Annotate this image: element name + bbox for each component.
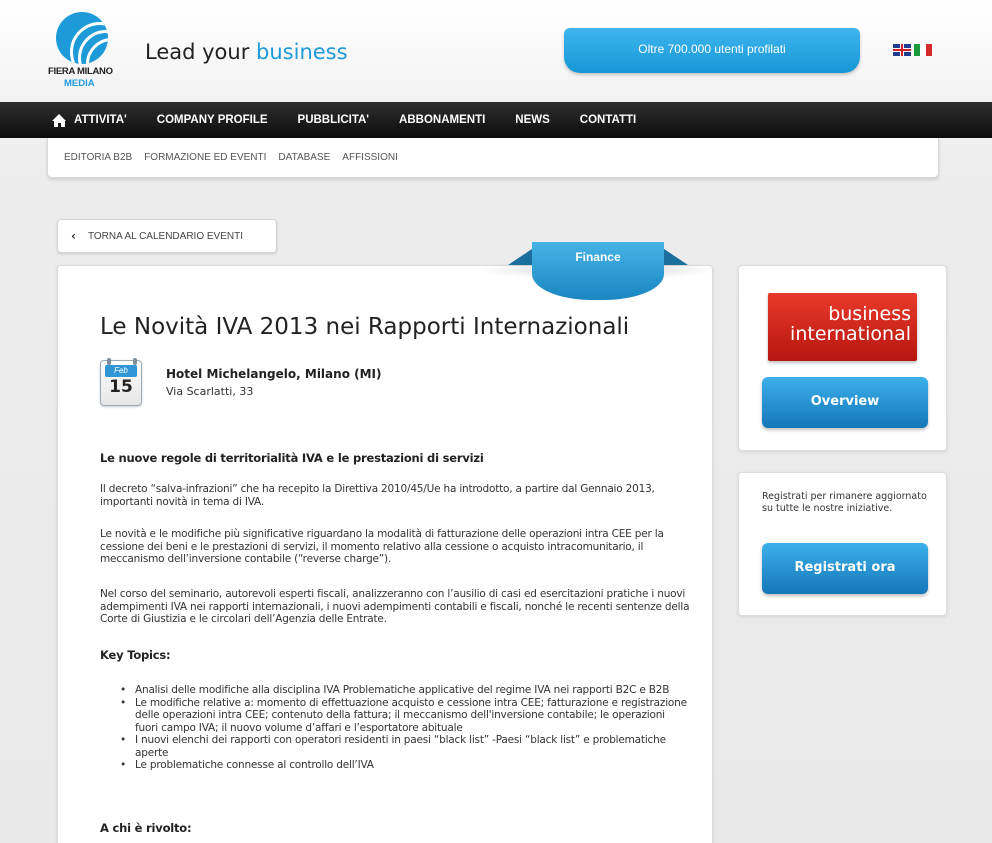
event-day: 15 bbox=[109, 377, 133, 397]
nav-item-pubblicita[interactable]: PUBBLICITA' bbox=[298, 114, 370, 126]
register-text: Registrati per rimanere aggiornato su tu… bbox=[762, 491, 927, 514]
main-nav: ATTIVITA' COMPANY PROFILE PUBBLICITA' AB… bbox=[0, 102, 992, 138]
list-item: Le modifiche relative a: momento di effe… bbox=[120, 697, 690, 735]
event-month: Feb bbox=[105, 365, 137, 377]
sub-nav: EDITORIA B2B FORMAZIONE ED EVENTI DATABA… bbox=[47, 138, 939, 178]
home-icon bbox=[52, 113, 67, 127]
fiera-milano-media-logo[interactable]: FIERA MILANO MEDIA bbox=[48, 12, 118, 92]
audience-heading: A chi è rivolto: bbox=[100, 821, 192, 835]
nav-item-news[interactable]: NEWS bbox=[515, 114, 550, 126]
subnav-item-formazione[interactable]: FORMAZIONE ED EVENTI bbox=[144, 152, 266, 163]
subnav-item-editoria[interactable]: EDITORIA B2B bbox=[64, 152, 132, 163]
key-topics-heading: Key Topics: bbox=[100, 648, 171, 662]
nav-item-attivita[interactable]: ATTIVITA' bbox=[52, 113, 127, 127]
key-topics-list: Analisi delle modifiche alla disciplina … bbox=[120, 684, 690, 772]
category-ribbon: Finance bbox=[478, 242, 718, 302]
chevron-left-icon: ‹ bbox=[71, 229, 76, 243]
subnav-item-affissioni[interactable]: AFFISSIONI bbox=[342, 152, 398, 163]
language-switcher bbox=[893, 44, 932, 58]
users-banner[interactable]: Oltre 700.000 utenti profilati bbox=[564, 28, 860, 73]
back-button-label: TORNA AL CALENDARIO EVENTI bbox=[87, 230, 243, 242]
italy-flag-icon[interactable] bbox=[914, 44, 932, 56]
paragraph-1: Il decreto “salva-infrazioni” che ha rec… bbox=[100, 483, 655, 508]
section-heading-territorialita: Le nuove regole di territorialità IVA e … bbox=[100, 451, 484, 465]
logo-text-line2: MEDIA bbox=[64, 78, 95, 89]
uk-flag-icon[interactable] bbox=[893, 44, 911, 56]
category-label: Finance bbox=[532, 242, 664, 300]
nav-item-contatti[interactable]: CONTATTI bbox=[580, 114, 636, 126]
list-item: I nuovi elenchi dei rapporti con operato… bbox=[120, 734, 690, 759]
calendar-icon: Feb 15 bbox=[100, 358, 142, 406]
nav-item-abbonamenti[interactable]: ABBONAMENTI bbox=[399, 114, 485, 126]
back-to-calendar-button[interactable]: ‹ TORNA AL CALENDARIO EVENTI bbox=[57, 219, 277, 253]
subnav-item-database[interactable]: DATABASE bbox=[278, 152, 330, 163]
register-button[interactable]: Registrati ora bbox=[762, 543, 928, 594]
tagline-accent: business bbox=[256, 40, 348, 64]
paragraph-2: Le novità e le modifiche più significati… bbox=[100, 528, 664, 565]
overview-button[interactable]: Overview bbox=[762, 377, 928, 428]
event-address: Via Scarlatti, 33 bbox=[166, 385, 254, 398]
tagline-main: Lead your bbox=[145, 40, 257, 64]
nav-item-company-profile[interactable]: COMPANY PROFILE bbox=[157, 114, 268, 126]
event-venue: Hotel Michelangelo, Milano (MI) bbox=[166, 367, 382, 381]
site-header: FIERA MILANO MEDIA Lead your business Ol… bbox=[0, 0, 992, 102]
nav-item-label: ATTIVITA' bbox=[74, 114, 127, 126]
logo-text-line1: FIERA MILANO bbox=[48, 66, 113, 77]
event-title: Le Novità IVA 2013 nei Rapporti Internaz… bbox=[100, 314, 630, 340]
brand-line1: business bbox=[828, 303, 911, 325]
list-item: Analisi delle modifiche alla disciplina … bbox=[120, 684, 690, 697]
tagline: Lead your business bbox=[145, 40, 348, 64]
logo-mark-icon bbox=[56, 12, 108, 64]
paragraph-3: Nel corso del seminario, autorevoli espe… bbox=[100, 588, 690, 625]
brand-line2: international bbox=[790, 323, 911, 345]
list-item: Le problematiche connesse al controllo d… bbox=[120, 759, 690, 772]
business-international-logo[interactable]: business international bbox=[768, 293, 917, 361]
